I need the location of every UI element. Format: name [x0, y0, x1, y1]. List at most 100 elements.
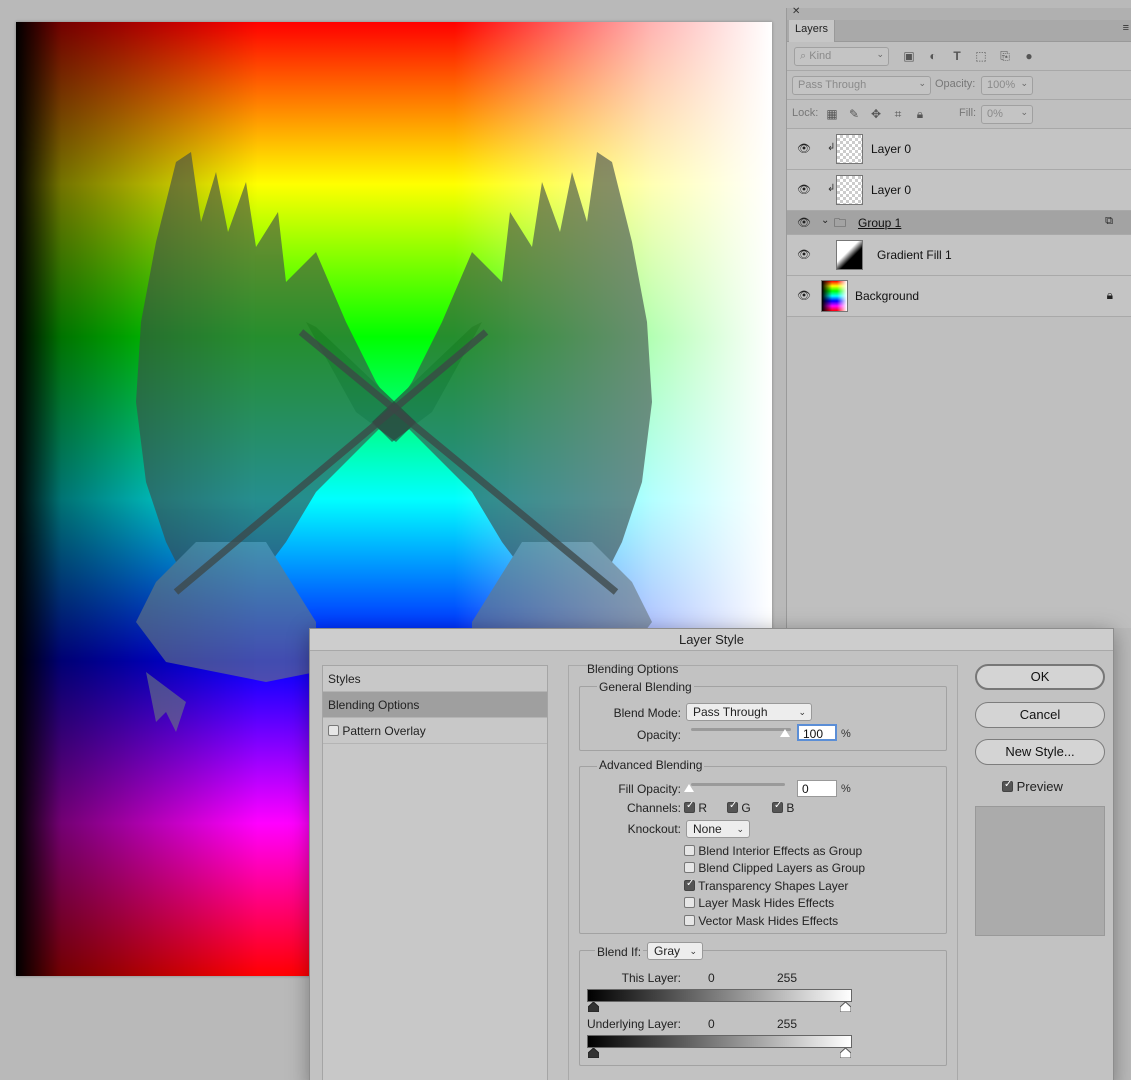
transparency-shapes-checkbox[interactable] [684, 878, 695, 891]
new-style-button[interactable]: New Style... [975, 739, 1105, 765]
channel-r-checkbox[interactable] [684, 800, 695, 813]
layer-blend-mode-value: Pass Through [798, 79, 867, 91]
layer-row-group[interactable]: 👁︎ ⌄ 🗀 Group 1 ⧉ [787, 211, 1131, 235]
channel-b-checkbox[interactable] [772, 800, 783, 813]
chevron-down-icon: ⌄ [876, 49, 884, 59]
opacity-label: Opacity: [636, 728, 681, 742]
transparency-shapes-option[interactable]: Transparency Shapes Layer [684, 878, 849, 893]
pattern-overlay-item[interactable]: Pattern Overlay [323, 718, 547, 744]
smart-object-badge-icon: ⧉ [1105, 215, 1113, 227]
cancel-button[interactable]: Cancel [975, 702, 1105, 728]
blend-mode-select[interactable]: Pass Through ⌄ [686, 703, 812, 721]
layer-mask-hides-checkbox[interactable] [684, 897, 695, 908]
panel-menu-icon[interactable]: ≡ [1123, 22, 1129, 34]
layer-mask-hides-option[interactable]: Layer Mask Hides Effects [684, 896, 834, 910]
blend-if-label: Blend If: [595, 945, 644, 959]
fill-opacity-slider[interactable] [691, 783, 785, 786]
layer-row[interactable]: 👁︎ ↲ Layer 0 [787, 129, 1131, 170]
vector-mask-hides-option[interactable]: Vector Mask Hides Effects [684, 914, 838, 928]
chevron-down-icon: ⌄ [689, 946, 697, 956]
fill-opacity-slider-thumb[interactable] [684, 784, 694, 792]
layer-fill-field[interactable]: 0% ⌄ [981, 105, 1033, 124]
preview-swatch [975, 806, 1105, 936]
filter-shape-icon[interactable]: ⬚ [973, 48, 989, 64]
chevron-down-icon[interactable]: ⌄ [821, 215, 829, 226]
transparency-shapes-label: Transparency Shapes Layer [698, 879, 849, 893]
knockout-select[interactable]: None ⌄ [686, 820, 750, 838]
group-name[interactable]: Group 1 [858, 216, 901, 230]
this-layer-low-thumb[interactable] [588, 1002, 599, 1012]
layer-row[interactable]: 👁︎ ↲ Layer 0 [787, 170, 1131, 211]
ok-button[interactable]: OK [975, 664, 1105, 690]
channel-r[interactable]: R [684, 800, 708, 815]
filter-toggle-icon[interactable]: ● [1021, 48, 1037, 64]
close-icon[interactable]: ✕ [792, 6, 800, 17]
preview-checkbox[interactable] [1002, 779, 1013, 792]
blend-mode-value: Pass Through [693, 705, 768, 719]
layer-style-dialog: Layer Style Styles Blending Options Patt… [309, 628, 1114, 1080]
pattern-overlay-checkbox[interactable] [328, 725, 339, 736]
chevron-down-icon: ⌄ [736, 824, 744, 834]
filter-type-icon[interactable]: T [949, 48, 965, 64]
lock-move-icon[interactable]: ✥ [869, 107, 883, 121]
layer-name[interactable]: Layer 0 [871, 183, 911, 197]
channel-r-label: R [698, 801, 708, 815]
layer-opacity-field[interactable]: 100% ⌄ [981, 76, 1033, 95]
vector-mask-hides-checkbox[interactable] [684, 915, 695, 926]
lock-transparent-icon[interactable]: ▦ [825, 107, 839, 121]
fill-opacity-input[interactable]: 0 [797, 780, 837, 797]
underlying-layer-high: 255 [777, 1017, 798, 1031]
preview-option[interactable]: Preview [1002, 779, 1063, 794]
blend-if-select[interactable]: Gray ⌄ [647, 942, 703, 960]
filter-kind-select[interactable]: ⌕ Kind ⌄ [794, 47, 889, 66]
layer-blend-mode-select[interactable]: Pass Through ⌄ [792, 76, 931, 95]
filter-smartobject-icon[interactable]: ⎘ [997, 48, 1013, 64]
this-layer-high-thumb[interactable] [840, 1002, 851, 1012]
filter-row: ⌕ Kind ⌄ ▣ ◐ T ⬚ ⎘ ● [787, 42, 1131, 71]
dialog-title: Layer Style [310, 629, 1113, 651]
clipping-arrow-icon: ↲ [827, 183, 836, 194]
lock-label: Lock: [792, 107, 819, 119]
eye-icon[interactable]: 👁︎ [797, 143, 811, 155]
layer-mask-hides-label: Layer Mask Hides Effects [698, 896, 835, 910]
background-thumbnail [821, 280, 848, 312]
blend-interior-option[interactable]: Blend Interior Effects as Group [684, 844, 862, 858]
blending-options-item[interactable]: Blending Options [323, 692, 547, 718]
this-layer-gradient [587, 989, 852, 1002]
this-layer-low: 0 [708, 971, 715, 985]
underlying-layer-low-thumb[interactable] [588, 1048, 599, 1058]
layer-row[interactable]: 👁︎ Gradient Fill 1 [787, 235, 1131, 276]
lock-artboard-icon[interactable]: ⌗ [891, 107, 905, 121]
filter-pixel-icon[interactable]: ▣ [901, 48, 917, 64]
filter-adjustment-icon[interactable]: ◐ [925, 48, 941, 64]
channel-b[interactable]: B [772, 800, 794, 815]
lock-all-icon[interactable]: 🔒︎ [913, 107, 927, 121]
layer-row[interactable]: 👁︎ Background 🔒︎ [787, 276, 1131, 317]
opacity-slider[interactable] [691, 728, 791, 731]
channel-g-checkbox[interactable] [727, 800, 738, 813]
layer-name[interactable]: Layer 0 [871, 142, 911, 156]
blend-interior-checkbox[interactable] [684, 845, 695, 856]
search-icon: ⌕ [800, 50, 807, 62]
eye-icon[interactable]: 👁︎ [797, 249, 811, 261]
layer-name[interactable]: Background [855, 289, 919, 303]
tab-layers[interactable]: Layers [789, 20, 836, 42]
styles-item[interactable]: Styles [323, 666, 547, 692]
lock-brush-icon[interactable]: ✎ [847, 107, 861, 121]
blend-clipped-checkbox[interactable] [684, 862, 695, 873]
layer-thumbnail [836, 134, 863, 164]
chevron-down-icon: ⌄ [1020, 78, 1028, 88]
blend-clipped-option[interactable]: Blend Clipped Layers as Group [684, 861, 865, 875]
eye-icon[interactable]: 👁︎ [797, 217, 811, 229]
eye-icon[interactable]: 👁︎ [797, 184, 811, 196]
layer-name[interactable]: Gradient Fill 1 [877, 248, 952, 262]
lock-icon: 🔒︎ [1106, 288, 1113, 302]
opacity-input[interactable]: 100 [797, 724, 837, 741]
opacity-slider-thumb[interactable] [780, 729, 790, 737]
layers-panel: ✕ Layers ≡ ⌕ Kind ⌄ ▣ ◐ T ⬚ ⎘ ● Pass Thr… [786, 6, 1131, 628]
channel-g[interactable]: G [727, 800, 751, 815]
underlying-layer-high-thumb[interactable] [840, 1048, 851, 1058]
underlying-layer-gradient [587, 1035, 852, 1048]
lock-row: Lock: ▦ ✎ ✥ ⌗ 🔒︎ Fill: 0% ⌄ [787, 100, 1131, 129]
eye-icon[interactable]: 👁︎ [797, 290, 811, 302]
